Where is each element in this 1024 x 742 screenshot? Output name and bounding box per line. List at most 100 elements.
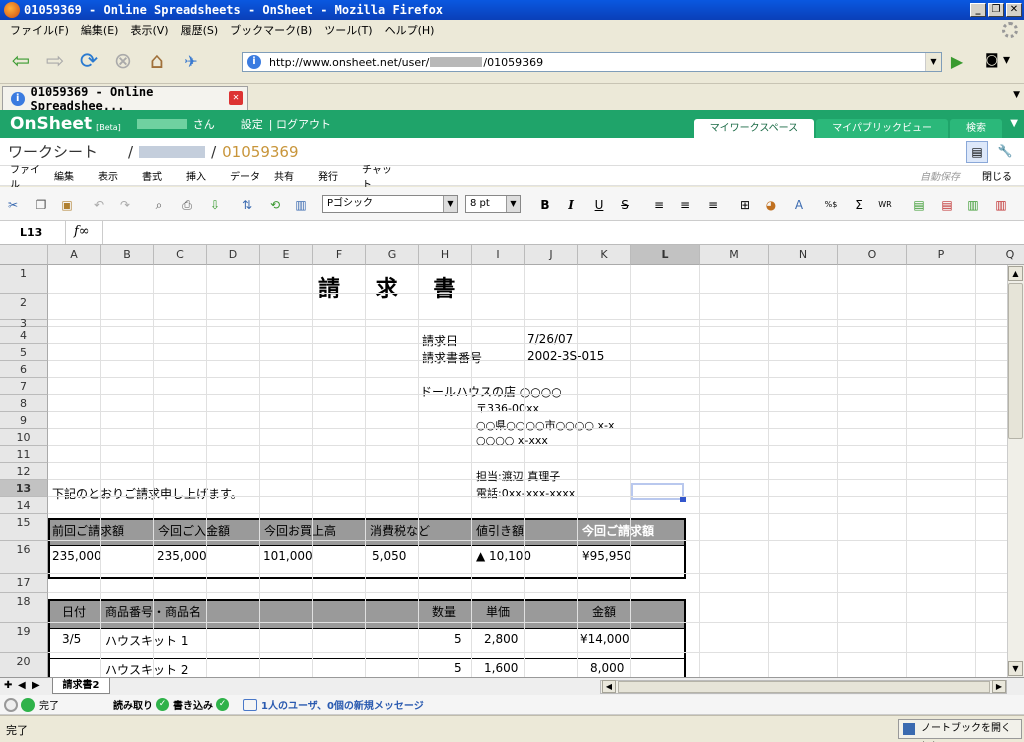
- find-icon[interactable]: ⌕: [150, 196, 168, 214]
- breadcrumb-root[interactable]: ワークシート: [8, 141, 98, 162]
- selected-cell[interactable]: [631, 483, 684, 500]
- forward-icon[interactable]: ⇨: [40, 47, 70, 77]
- row-header[interactable]: 3: [0, 318, 48, 329]
- menu-file[interactable]: ファイル(F): [4, 22, 75, 38]
- menu-view[interactable]: 表示(V): [124, 22, 174, 38]
- settings-link[interactable]: 設定: [241, 116, 263, 132]
- row-header[interactable]: 15: [0, 514, 48, 541]
- message-status[interactable]: 1人のユーザ、0個の新規メッセージ: [261, 697, 424, 712]
- tab-close-icon[interactable]: ✕: [229, 91, 243, 105]
- borders-icon[interactable]: ⊞: [736, 196, 754, 214]
- app-menu-view[interactable]: 表示: [88, 168, 132, 183]
- row-header[interactable]: 5: [0, 344, 48, 361]
- print-icon[interactable]: ⎙: [178, 196, 196, 214]
- app-menu-insert[interactable]: 挿入: [176, 168, 220, 183]
- column-header[interactable]: I: [472, 245, 525, 265]
- close-link[interactable]: 閉じる: [982, 168, 1012, 183]
- column-header[interactable]: A: [48, 245, 101, 265]
- tab-my-workspace[interactable]: マイワークスペース: [693, 119, 815, 138]
- scroll-down-icon[interactable]: ▼: [1008, 661, 1023, 676]
- app-menu-data[interactable]: データ: [220, 168, 264, 183]
- tab-search[interactable]: 検索: [950, 119, 1002, 138]
- cell-reference[interactable]: L13: [0, 221, 66, 244]
- tab-scroll-icon[interactable]: ▼: [1013, 90, 1020, 100]
- onsheet-logo[interactable]: OnSheet: [10, 114, 92, 134]
- row-header[interactable]: 14: [0, 497, 48, 514]
- chart-icon[interactable]: ▥: [292, 196, 310, 214]
- app-menu-format[interactable]: 書式: [132, 168, 176, 183]
- home-icon[interactable]: ⌂: [142, 47, 172, 77]
- close-window-button[interactable]: ✕: [1006, 3, 1022, 17]
- menu-tools[interactable]: ツール(T): [318, 22, 378, 38]
- font-size-select[interactable]: 8 pt ▼: [465, 195, 521, 213]
- redo-icon[interactable]: ↷: [116, 196, 134, 214]
- undo-icon[interactable]: ↶: [90, 196, 108, 214]
- grid-corner[interactable]: [0, 245, 48, 265]
- prev-sheet-icon[interactable]: ◀: [18, 680, 26, 691]
- align-center-icon[interactable]: ≡: [676, 196, 694, 214]
- chevron-down-icon[interactable]: ▼: [506, 196, 520, 212]
- column-header[interactable]: H: [419, 245, 472, 265]
- header-menu-icon[interactable]: ▼: [1010, 118, 1018, 129]
- column-header[interactable]: P: [907, 245, 976, 265]
- column-header[interactable]: E: [260, 245, 313, 265]
- row-header[interactable]: 7: [0, 378, 48, 395]
- italic-icon[interactable]: I: [562, 196, 580, 214]
- bookmark-tool-icon[interactable]: ✈: [176, 47, 206, 77]
- stop-icon[interactable]: ⊗: [108, 47, 138, 77]
- underline-icon[interactable]: U: [590, 196, 608, 214]
- url-dropdown-icon[interactable]: ▼: [925, 53, 941, 71]
- app-menu-file[interactable]: ファイル: [0, 161, 44, 191]
- column-header[interactable]: N: [769, 245, 838, 265]
- column-header[interactable]: G: [366, 245, 419, 265]
- column-header[interactable]: B: [101, 245, 154, 265]
- function-icon[interactable]: f∞: [74, 224, 90, 239]
- app-menu-share[interactable]: 共有: [264, 168, 308, 183]
- fill-color-icon[interactable]: ◕: [762, 196, 780, 214]
- menu-bookmarks[interactable]: ブックマーク(B): [224, 22, 318, 38]
- sum-icon[interactable]: Σ: [850, 196, 868, 214]
- column-header[interactable]: K: [578, 245, 631, 265]
- insert-column-icon[interactable]: ▥: [964, 196, 982, 214]
- app-menu-publish[interactable]: 発行: [308, 168, 352, 183]
- column-header[interactable]: F: [313, 245, 366, 265]
- menu-help[interactable]: ヘルプ(H): [379, 22, 441, 38]
- row-header[interactable]: 8: [0, 395, 48, 412]
- cut-icon[interactable]: ✂: [4, 196, 22, 214]
- next-sheet-icon[interactable]: ▶: [32, 680, 40, 691]
- row-header[interactable]: 9: [0, 412, 48, 429]
- row-header[interactable]: 10: [0, 429, 48, 446]
- row-header[interactable]: 18: [0, 593, 48, 623]
- camera-icon[interactable]: ◙ ▾: [985, 52, 1021, 72]
- url-bar[interactable]: i http://www.onsheet.net/user/ /01059369…: [242, 52, 942, 72]
- column-header[interactable]: Q: [976, 245, 1024, 265]
- row-header[interactable]: 20: [0, 653, 48, 677]
- align-left-icon[interactable]: ≡: [650, 196, 668, 214]
- row-header[interactable]: 6: [0, 361, 48, 378]
- logout-link[interactable]: | ログアウト: [269, 116, 331, 132]
- maximize-button[interactable]: ❐: [988, 3, 1004, 17]
- text-color-icon[interactable]: A: [790, 196, 808, 214]
- row-header[interactable]: 1: [0, 265, 48, 294]
- column-header[interactable]: C: [154, 245, 207, 265]
- column-header[interactable]: M: [700, 245, 769, 265]
- scroll-left-icon[interactable]: ◀: [602, 680, 616, 693]
- chevron-down-icon[interactable]: ▼: [443, 196, 457, 212]
- scroll-up-icon[interactable]: ▲: [1008, 266, 1023, 281]
- menu-edit[interactable]: 編集(E): [75, 22, 125, 38]
- row-header[interactable]: 12: [0, 463, 48, 480]
- delete-column-icon[interactable]: ▥: [992, 196, 1010, 214]
- tab-my-public-view[interactable]: マイパブリックビュー: [816, 119, 948, 138]
- wrap-text-icon[interactable]: WR: [876, 196, 894, 214]
- tools-wrench-icon[interactable]: 🔧: [994, 141, 1016, 163]
- minimize-button[interactable]: _: [970, 3, 986, 17]
- font-family-select[interactable]: Pゴシック ▼: [322, 195, 458, 213]
- reload-icon[interactable]: ⟳: [74, 47, 104, 77]
- delete-row-icon[interactable]: ▤: [938, 196, 956, 214]
- row-header[interactable]: 17: [0, 574, 48, 593]
- row-header[interactable]: 13: [0, 480, 48, 497]
- browser-tab[interactable]: i 01059369 - Online Spreadshee... ✕: [2, 85, 248, 113]
- row-header[interactable]: 11: [0, 446, 48, 463]
- add-sheet-icon[interactable]: ✚: [4, 680, 12, 691]
- back-icon[interactable]: ⇦: [6, 47, 36, 77]
